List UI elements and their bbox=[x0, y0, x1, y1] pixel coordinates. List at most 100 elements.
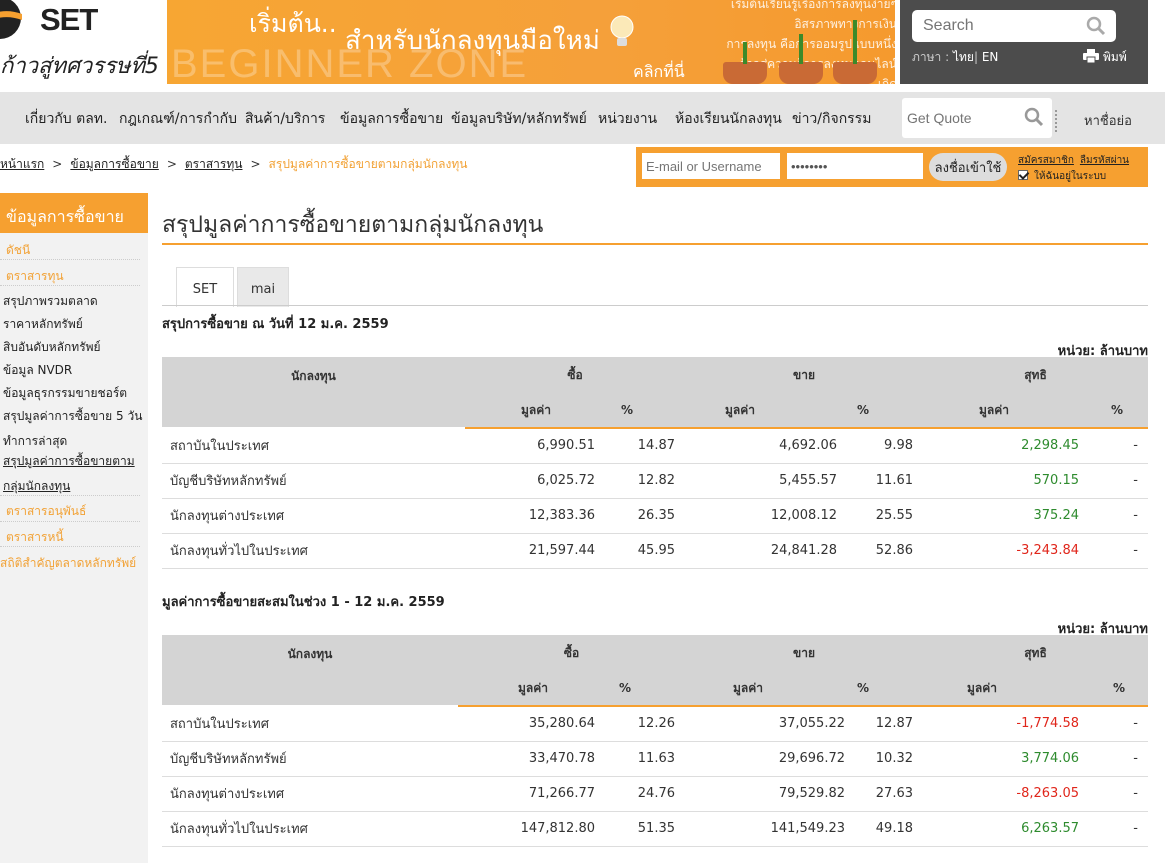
buy-pct-cell: 26.35 bbox=[605, 498, 685, 534]
sidebar-item-five-day[interactable]: สรุปมูลค่าการซื้อขาย 5 วัน ทำการล่าสุด bbox=[3, 407, 143, 451]
sidebar-title: ข้อมูลการซื้อขาย bbox=[0, 193, 148, 233]
sidebar-item-label: ทำการล่าสุด bbox=[3, 434, 68, 448]
lang-th-link[interactable]: ไทย bbox=[953, 50, 974, 64]
buy-value-cell: 6,025.72 bbox=[465, 463, 605, 499]
investor-name-cell: สถาบันในประเทศ bbox=[162, 428, 465, 464]
investor-name-cell: บัญชีบริษัทหลักทรัพย์ bbox=[162, 741, 458, 777]
search-icon[interactable] bbox=[1086, 16, 1106, 36]
breadcrumb-home[interactable]: หน้าแรก bbox=[0, 157, 44, 171]
table2-body: สถาบันในประเทศ 35,280.64 12.26 37,055.22 12.… bbox=[162, 706, 1148, 847]
nav-company-data[interactable]: ข้อมูลบริษัท/หลักทรัพย์ bbox=[451, 108, 587, 130]
checkbox-icon[interactable] bbox=[1018, 170, 1028, 180]
net-value-cell: -3,243.84 bbox=[923, 533, 1089, 569]
remember-me[interactable]: ให้ฉันอยู่ในระบบ bbox=[1018, 169, 1106, 184]
nav-news[interactable]: ข่าว/กิจกรรม bbox=[792, 108, 871, 130]
sell-pct-cell: 11.61 bbox=[847, 463, 923, 499]
sell-value-cell: 29,696.72 bbox=[685, 741, 855, 777]
buy-pct-cell: 12.82 bbox=[605, 463, 685, 499]
plant-pot-icon bbox=[833, 62, 877, 84]
net-pct-cell: - bbox=[1089, 498, 1148, 534]
sidebar-item-nvdr[interactable]: ข้อมูล NVDR bbox=[3, 361, 143, 380]
beginner-zone-banner[interactable]: BEGINNER ZONE เริ่มต้น.. สำหรับนักลงทุนม… bbox=[167, 0, 895, 84]
sidebar-item-label: กลุ่มนักลงทุน bbox=[3, 479, 71, 493]
breadcrumb-trading-data[interactable]: ข้อมูลการซื้อขาย bbox=[70, 157, 158, 171]
nav-regulation[interactable]: กฎเกณฑ์/การกำกับ bbox=[119, 108, 237, 130]
col-sell-value: มูลค่า bbox=[685, 393, 847, 429]
breadcrumb-equity[interactable]: ตราสารทุน bbox=[185, 157, 243, 171]
buy-value-cell: 147,812.80 bbox=[458, 811, 605, 847]
forgot-password-link[interactable]: ลืมรหัสผ่าน bbox=[1080, 155, 1129, 166]
net-pct-cell: - bbox=[1089, 776, 1148, 812]
password-input[interactable] bbox=[787, 153, 923, 179]
col-buy-pct: % bbox=[605, 671, 685, 707]
site-search bbox=[912, 10, 1116, 42]
sidebar-divider bbox=[0, 285, 140, 286]
nav-divider bbox=[1055, 110, 1057, 132]
buy-value-cell: 71,266.77 bbox=[458, 776, 605, 812]
plant-icon bbox=[853, 20, 857, 64]
print-button[interactable]: พิมพ์ bbox=[1083, 48, 1127, 67]
breadcrumb: หน้าแรก > ข้อมูลการซื้อขาย > ตราสารทุน > สรุปม… bbox=[0, 155, 468, 174]
sell-value-cell: 24,841.28 bbox=[685, 533, 847, 569]
col-net-pct: % bbox=[1089, 671, 1148, 707]
sidebar-item-stock-price[interactable]: ราคาหลักทรัพย์ bbox=[3, 315, 143, 334]
username-input[interactable] bbox=[642, 153, 780, 179]
symbol-lookup-link[interactable]: หาชื่อย่อ bbox=[1084, 110, 1132, 131]
investor-name-cell: นักลงทุนทั่วไปในประเทศ bbox=[162, 811, 458, 847]
sidebar-item-equity[interactable]: ตราสารทุน bbox=[6, 267, 146, 286]
col-net: สุทธิ bbox=[923, 357, 1148, 393]
tabs-divider bbox=[162, 305, 1148, 306]
net-value-cell: 6,263.57 bbox=[923, 811, 1089, 847]
sidebar-item-market-summary[interactable]: สรุปภาพรวมตลาด bbox=[3, 292, 143, 311]
buy-pct-cell: 51.35 bbox=[605, 811, 685, 847]
nav-products[interactable]: สินค้า/บริการ bbox=[245, 108, 325, 130]
sidebar-item-index[interactable]: ดัชนี bbox=[6, 241, 146, 260]
login-button[interactable]: ลงชื่อเข้าใช้ bbox=[929, 153, 1007, 181]
col-buy-pct: % bbox=[605, 393, 685, 429]
tab-mai[interactable]: mai bbox=[237, 267, 289, 307]
search-icon[interactable] bbox=[1024, 107, 1044, 127]
sidebar-item-label: สรุปมูลค่าการซื้อขายตาม bbox=[3, 454, 135, 468]
col-buy-value: มูลค่า bbox=[458, 671, 605, 707]
plant-pot-icon bbox=[723, 62, 767, 84]
tab-set[interactable]: SET bbox=[176, 267, 234, 307]
col-net-value: มูลค่า bbox=[923, 671, 1089, 707]
sidebar-item-investor-type[interactable]: สรุปมูลค่าการซื้อขายตาม กลุ่มนักลงทุน bbox=[3, 452, 143, 496]
logo-text: SET bbox=[40, 2, 98, 37]
net-value-cell: -8,263.05 bbox=[923, 776, 1089, 812]
nav-units[interactable]: หน่วยงาน bbox=[598, 108, 657, 130]
buy-pct-cell: 14.87 bbox=[605, 428, 685, 464]
sidebar-item-statistics[interactable]: สถิติสำคัญตลาดหลักทรัพย์ bbox=[0, 554, 140, 573]
sidebar-item-bonds[interactable]: ตราสารหนี้ bbox=[6, 528, 146, 547]
col-buy: ซื้อ bbox=[458, 635, 685, 671]
lang-en-link[interactable]: EN bbox=[982, 50, 999, 64]
nav-trading-data[interactable]: ข้อมูลการซื้อขาย bbox=[340, 108, 443, 130]
col-sell: ขาย bbox=[685, 357, 923, 393]
table-row: บัญชีบริษัทหลักทรัพย์ 33,470.78 11.63 29,69… bbox=[162, 741, 1148, 777]
nav-investor-class[interactable]: ห้องเรียนนักลงทุน bbox=[675, 108, 782, 130]
banner-click-here[interactable]: คลิกที่นี่ bbox=[633, 60, 685, 84]
page-title: สรุปมูลค่าการซื้อขายตามกลุ่มนักลงทุน bbox=[162, 212, 544, 238]
get-quote-input[interactable] bbox=[902, 98, 1012, 138]
login-links: สมัครสมาชิก ลืมรหัสผ่าน bbox=[1018, 153, 1135, 168]
investor-summary-table: นักลงทุน ซื้อ ขาย สุทธิ มูลค่า % มูลค่า … bbox=[162, 357, 1148, 569]
col-net-value: มูลค่า bbox=[923, 393, 1089, 429]
investor-name-cell: บัญชีบริษัทหลักทรัพย์ bbox=[162, 463, 465, 499]
buy-value-cell: 35,280.64 bbox=[458, 706, 605, 742]
set-logo[interactable]: SET ก้าวสู่ทศวรรษที่5 bbox=[0, 0, 160, 90]
col-net: สุทธิ bbox=[923, 635, 1148, 671]
search-input[interactable] bbox=[912, 10, 1072, 42]
net-pct-cell: - bbox=[1089, 741, 1148, 777]
register-link[interactable]: สมัครสมาชิก bbox=[1018, 155, 1074, 166]
sidebar-item-short-sales[interactable]: ข้อมูลธุรกรรมขายชอร์ต bbox=[3, 384, 143, 403]
banner-side-line: เริ่มต้นเรียนรู้เรื่องการลงทุนง่ายๆ bbox=[730, 0, 895, 11]
sidebar-item-derivatives[interactable]: ตราสารอนุพันธ์ bbox=[6, 502, 146, 521]
bulb-icon bbox=[610, 15, 634, 46]
nav-about[interactable]: เกี่ยวกับ ตลท. bbox=[25, 108, 108, 130]
breadcrumb-separator: > bbox=[250, 157, 261, 171]
table-row: สถาบันในประเทศ 35,280.64 12.26 37,055.22 12.… bbox=[162, 706, 1148, 742]
sidebar-item-top-ten[interactable]: สิบอันดับหลักทรัพย์ bbox=[3, 338, 143, 357]
header-tools: ภาษา : ไทย| EN พิมพ์ bbox=[900, 0, 1148, 84]
language-label: ภาษา : bbox=[912, 50, 950, 64]
sell-value-cell: 79,529.82 bbox=[685, 776, 855, 812]
